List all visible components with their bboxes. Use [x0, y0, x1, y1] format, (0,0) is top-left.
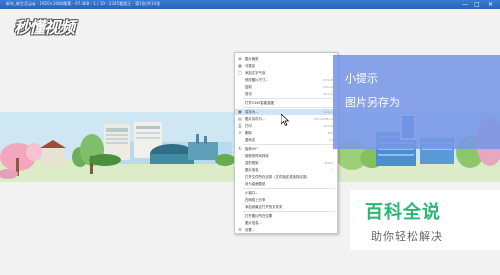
- rotate-icon: ↻: [238, 146, 242, 151]
- save-as-icon: ▣: [238, 109, 242, 114]
- menu-item-text-bubble[interactable]: ▢ 添加文字气泡: [235, 70, 337, 76]
- context-menu: ⊠ 图片裁剪 ▦ 马赛克 ▢ 添加文字气泡 修改图片尺寸... Ctrl+E 复制 Ctr…: [234, 52, 338, 234]
- print-icon: ⎙: [238, 123, 242, 128]
- menu-item-sort[interactable]: 按修改时间排序: [235, 153, 337, 159]
- menu-item-crop[interactable]: ⊠ 图片裁剪: [235, 56, 337, 62]
- minimize-button[interactable]: —: [462, 1, 468, 8]
- video-logo: 秒懂视频: [14, 18, 75, 37]
- menu-separator: [243, 188, 335, 189]
- menu-item-rename[interactable]: 重命名 F2: [235, 137, 337, 143]
- menu-separator: [243, 211, 335, 212]
- watermark-subtitle: 助你轻松解决: [371, 230, 443, 243]
- menu-item-rotate[interactable]: ↻ 旋转90°: [235, 146, 337, 152]
- menu-item-smart-cutout[interactable]: 打开2345智能抠图: [235, 100, 337, 106]
- watermark-title: 百科全说: [365, 202, 441, 223]
- window-title: 新年_新生活.jpg - 1920×1080像素 - 97.4KB - 1 / …: [6, 1, 161, 6]
- mosaic-icon: ▦: [238, 63, 242, 68]
- maximize-button[interactable]: □: [474, 1, 480, 8]
- menu-item-settings[interactable]: ⚙ 设置...: [235, 227, 337, 233]
- cherry-tree-small: [26, 143, 42, 161]
- gazebo: [42, 148, 64, 166]
- tip-title: 小提示: [345, 72, 378, 85]
- menu-separator: [243, 98, 335, 99]
- menu-item-add-recent[interactable]: 添加到最近打开的文件夹: [235, 204, 337, 210]
- menu-item-share[interactable]: 在网络上分享: [235, 197, 337, 203]
- crop-icon: ⊠: [238, 56, 242, 61]
- menu-item-set-wallpaper[interactable]: 设为桌面壁纸: [235, 181, 337, 187]
- save-image-icon: ▤: [238, 116, 242, 121]
- menu-item-open-folder[interactable]: 打开文件所在目录（文件指定或选择目录）: [235, 174, 337, 180]
- delete-icon: ✕: [238, 130, 242, 135]
- settings-icon: ⚙: [238, 227, 242, 232]
- menu-item-small-window[interactable]: 小窗口...: [235, 190, 337, 196]
- menu-separator: [243, 107, 335, 108]
- menu-item-transform[interactable]: 变形框架 Enter: [235, 160, 337, 166]
- menu-item-resize[interactable]: 修改图片尺寸... Ctrl+E: [235, 77, 337, 83]
- title-bar: 新年_新生活.jpg - 1920×1080像素 - 97.4KB - 1 / …: [0, 0, 500, 9]
- menu-item-delete[interactable]: ✕ 删除 Del: [235, 130, 337, 136]
- menu-item-mosaic[interactable]: ▦ 马赛克: [235, 63, 337, 69]
- tip-text: 图片另存为: [345, 96, 400, 109]
- text-bubble-icon: ▢: [238, 70, 242, 75]
- menu-separator: [243, 144, 335, 145]
- menu-item-cut[interactable]: 剪切 Ctrl+X: [235, 91, 337, 97]
- menu-item-image-info-2[interactable]: 图片信息...: [235, 220, 337, 226]
- mouse-cursor-icon: [281, 114, 289, 126]
- close-button[interactable]: ✕: [488, 1, 493, 8]
- menu-item-image-info[interactable]: 图片信息 I: [235, 167, 337, 173]
- menu-item-copy[interactable]: 复制 Ctrl+C: [235, 84, 337, 90]
- menu-item-open-location[interactable]: 打开图片所在位置: [235, 213, 337, 219]
